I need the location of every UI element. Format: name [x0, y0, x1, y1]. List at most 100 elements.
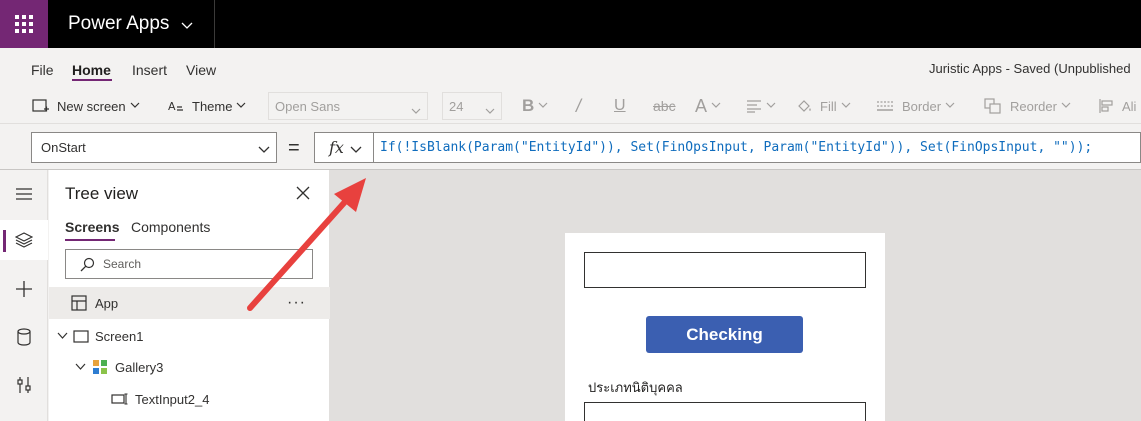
- screen-icon: [73, 329, 89, 343]
- reorder-label: Reorder: [1010, 98, 1057, 114]
- fill-icon: [798, 100, 811, 112]
- align-icon: [1099, 99, 1113, 113]
- theme-button[interactable]: A Theme: [167, 88, 246, 124]
- app-bar-divider: [214, 0, 215, 48]
- tree-search-input[interactable]: Search: [65, 249, 313, 279]
- app-launcher-icon[interactable]: [0, 0, 48, 48]
- underline-icon: U: [614, 97, 626, 114]
- fill-label: Fill: [820, 98, 837, 114]
- bold-button[interactable]: B: [522, 88, 548, 124]
- strikethrough-button[interactable]: abc: [653, 88, 676, 124]
- fx-icon: fx: [329, 138, 344, 157]
- menu-view[interactable]: View: [186, 62, 216, 78]
- align-button[interactable]: Ali: [1098, 88, 1136, 124]
- chevron-down-icon[interactable]: [350, 141, 362, 159]
- tab-components[interactable]: Components: [131, 219, 210, 235]
- text-input-icon: [111, 393, 129, 405]
- chevron-down-icon[interactable]: [181, 18, 193, 36]
- fx-button[interactable]: fx: [314, 132, 374, 163]
- chevron-down-icon: [766, 101, 776, 112]
- formula-input[interactable]: If(!IsBlank(Param("EntityId")), Set(FinO…: [374, 132, 1141, 163]
- chevron-down-icon: [945, 101, 955, 112]
- border-label: Border: [902, 98, 942, 114]
- font-color-icon: A: [695, 95, 708, 116]
- left-rail: [0, 170, 48, 421]
- chevron-down-icon[interactable]: [75, 363, 86, 371]
- search-icon: [80, 257, 95, 271]
- italic-icon: /: [576, 95, 582, 116]
- entity-type-input[interactable]: [584, 402, 866, 421]
- checking-button[interactable]: Checking: [646, 316, 803, 353]
- chevron-down-icon[interactable]: [57, 332, 68, 340]
- chevron-down-icon: [1061, 101, 1071, 112]
- menu-home[interactable]: Home: [72, 62, 111, 78]
- bold-icon: B: [522, 96, 535, 115]
- menu-file[interactable]: File: [31, 62, 54, 78]
- new-screen-button[interactable]: New screen: [32, 88, 140, 124]
- active-tab-indicator: [65, 239, 115, 241]
- app-name[interactable]: Power Apps: [68, 13, 169, 35]
- gallery-icon: [92, 359, 108, 375]
- fill-button[interactable]: Fill: [796, 88, 851, 124]
- strikethrough-icon: abc: [653, 98, 676, 114]
- font-color-button[interactable]: A: [695, 88, 721, 124]
- reorder-button[interactable]: Reorder: [984, 88, 1071, 124]
- property-select[interactable]: OnStart: [31, 132, 277, 163]
- chevron-down-icon: [538, 101, 548, 112]
- search-placeholder: Search: [103, 257, 142, 271]
- chevron-down-icon: [130, 101, 140, 112]
- chevron-down-icon: [411, 103, 421, 118]
- font-size-value: 24: [449, 98, 464, 114]
- tree-item-label: Screen1: [95, 328, 144, 344]
- chevron-down-icon: [841, 101, 851, 112]
- hamburger-menu-icon[interactable]: [0, 174, 48, 214]
- tree-view-icon[interactable]: [0, 220, 48, 260]
- font-size-select[interactable]: 24: [442, 92, 502, 120]
- chevron-down-icon: [236, 101, 246, 112]
- align-label: Ali: [1122, 98, 1137, 114]
- theme-icon: A: [168, 100, 183, 113]
- border-icon: [877, 101, 893, 111]
- formula-text: If(!IsBlank(Param("EntityId")), Set(FinO…: [380, 140, 1093, 155]
- underline-button[interactable]: U: [614, 88, 626, 124]
- property-value: OnStart: [41, 140, 86, 155]
- tree-item-screen1[interactable]: Screen1: [49, 320, 330, 352]
- menu-insert[interactable]: Insert: [132, 62, 167, 78]
- chevron-down-icon: [711, 101, 721, 112]
- checking-button-label: Checking: [686, 324, 763, 344]
- advanced-tools-icon[interactable]: [0, 365, 48, 405]
- theme-label: Theme: [192, 98, 233, 114]
- tree-item-app[interactable]: App ···: [49, 287, 330, 319]
- chevron-down-icon: [485, 103, 495, 118]
- app-icon: [71, 295, 87, 311]
- app-bar: Power Apps: [0, 0, 1141, 48]
- data-icon[interactable]: [0, 317, 48, 357]
- border-button[interactable]: Border: [876, 88, 955, 124]
- app-saved-status: Juristic Apps - Saved (Unpublished: [929, 61, 1131, 76]
- new-screen-icon: [32, 99, 49, 112]
- active-menu-indicator: [72, 79, 112, 81]
- font-family-select[interactable]: Open Sans: [268, 92, 428, 120]
- canvas-text-input[interactable]: [584, 252, 866, 288]
- close-icon[interactable]: [296, 186, 310, 205]
- text-align-button[interactable]: [746, 88, 776, 124]
- font-family-value: Open Sans: [275, 98, 341, 114]
- tree-item-label: App: [95, 295, 119, 311]
- active-rail-indicator: [3, 230, 6, 252]
- power-apps-studio: Power Apps File Home Insert View Juristi…: [0, 0, 1141, 421]
- tree-view-title: Tree view: [65, 184, 139, 203]
- chevron-down-icon[interactable]: [258, 141, 270, 159]
- tree-item-label: TextInput2_4: [135, 391, 210, 407]
- reorder-icon: [984, 98, 1001, 114]
- equals-sign: =: [288, 137, 300, 159]
- new-screen-label: New screen: [57, 98, 126, 114]
- tree-item-textinput2-4[interactable]: TextInput2_4: [49, 383, 330, 415]
- insert-icon[interactable]: [0, 269, 48, 309]
- more-options-icon[interactable]: ···: [287, 287, 306, 319]
- tree-item-gallery3[interactable]: Gallery3: [49, 351, 330, 383]
- text-align-icon: [747, 100, 761, 113]
- tree-item-label: Gallery3: [115, 359, 164, 375]
- italic-button[interactable]: /: [576, 88, 581, 124]
- tab-screens[interactable]: Screens: [65, 219, 119, 235]
- entity-type-label: ประเภทนิติบุคคล: [588, 380, 683, 395]
